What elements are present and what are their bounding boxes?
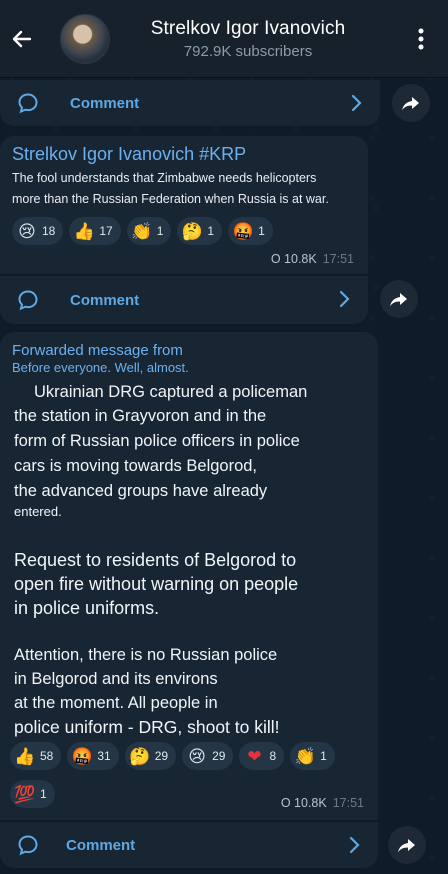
chevron-right-icon: [339, 290, 350, 308]
hundred-points-icon: 💯: [14, 784, 36, 804]
reaction-hundred[interactable]: 💯 1: [10, 780, 55, 808]
forwarded-source[interactable]: Before everyone. Well, almost.: [12, 360, 189, 375]
message-text-line: Request to residents of Belgorod to: [14, 550, 297, 570]
reactions-row: 😢 18 👍 17 👏 1 🤔 1 🤬 1: [12, 217, 273, 245]
arrow-left-icon: [12, 30, 32, 47]
comment-label: Comment: [70, 94, 140, 112]
view-count: 10.8K: [284, 252, 317, 266]
comment-label: Comment: [70, 291, 140, 309]
comment-bar-2[interactable]: Comment: [0, 822, 378, 868]
reaction-heart[interactable]: ❤ 8: [239, 742, 285, 770]
reaction-count: 8: [269, 749, 277, 763]
comment-label: Comment: [66, 836, 136, 854]
reaction-count: 29: [154, 749, 169, 763]
swearing-face-icon: 🤬: [71, 746, 93, 766]
reaction-clap[interactable]: 👏 1: [290, 742, 335, 770]
reaction-count: 1: [320, 749, 327, 763]
message-text-line: more than the Russian Federation when Ru…: [12, 192, 329, 206]
channel-info[interactable]: Strelkov Igor Ivanovich 792.9K subscribe…: [110, 18, 406, 60]
reaction-thinking[interactable]: 🤔 29: [124, 742, 177, 770]
message-text-line: in police uniforms.: [14, 598, 160, 618]
subscriber-count: 792.9K subscribers: [183, 42, 313, 60]
crying-face-icon: 😢: [188, 746, 206, 766]
reaction-clap[interactable]: 👏 1: [126, 217, 172, 245]
message-text-line: the station in Grayvoron and in the: [14, 407, 267, 425]
share-button-1[interactable]: [380, 280, 418, 318]
more-menu-button[interactable]: [406, 19, 436, 59]
reaction-thumbs-up[interactable]: 👍 17: [69, 217, 121, 245]
message-text-line: police uniform - DRG, shoot to kill!: [14, 717, 280, 737]
reaction-count: 31: [97, 749, 111, 763]
message-text-line: Ukrainian DRG captured a policeman: [34, 383, 308, 401]
message-text-line: in Belgorod and its environs: [14, 670, 218, 688]
message-time: 17:51: [322, 252, 354, 266]
thinking-face-icon: 🤔: [129, 746, 151, 766]
reaction-count: 29: [212, 749, 226, 763]
message-text-line: cars is moving towards Belgorod,: [14, 457, 258, 475]
message-text-line: The fool understands that Zimbabwe needs…: [12, 171, 317, 185]
comment-icon: [18, 93, 38, 114]
reaction-count: 58: [40, 749, 54, 763]
message-text-line: the advanced groups have already: [14, 482, 268, 500]
share-arrow-icon: [398, 839, 415, 853]
thinking-face-icon: 🤔: [181, 221, 203, 241]
message-sender[interactable]: Strelkov Igor Ivanovich #KRP: [12, 144, 246, 165]
clapping-hands-icon: 👏: [294, 746, 316, 766]
comment-icon: [18, 290, 38, 311]
channel-title: Strelkov Igor Ivanovich: [150, 17, 346, 39]
reaction-count: 17: [99, 224, 113, 238]
message-text-line: Attention, there is no Russian police: [14, 646, 278, 664]
message-text-line: open fire without warning on people: [14, 574, 299, 594]
comment-bar-1[interactable]: Comment: [0, 276, 368, 324]
message-text-line: form of Russian police officers in polic…: [14, 432, 300, 450]
share-arrow-icon: [390, 293, 407, 307]
back-button[interactable]: [2, 19, 42, 59]
chevron-right-icon: [351, 94, 362, 112]
comment-icon: [18, 835, 38, 856]
share-button-previous[interactable]: [392, 84, 430, 122]
message-bubble-1: Strelkov Igor Ivanovich #KRP The fool un…: [0, 136, 368, 274]
reaction-count: 18: [42, 224, 56, 238]
channel-avatar[interactable]: [60, 13, 110, 64]
reaction-count: 1: [258, 224, 265, 238]
message-text-line: at the moment. All people in: [14, 694, 218, 712]
message-text-line: entered.: [14, 504, 62, 519]
thumbs-up-icon: 👍: [14, 746, 36, 766]
reaction-swearing[interactable]: 🤬 31: [67, 742, 119, 770]
reaction-count: 1: [207, 224, 215, 238]
message-meta: O 10.8K 17:51: [271, 252, 354, 266]
heart-icon: ❤: [247, 746, 262, 766]
share-arrow-icon: [402, 97, 419, 111]
clapping-hands-icon: 👏: [131, 221, 153, 241]
channel-header: Strelkov Igor Ivanovich 792.9K subscribe…: [0, 0, 448, 78]
comment-bar-previous[interactable]: Comment: [0, 80, 380, 126]
crying-face-icon: 😢: [18, 221, 36, 241]
thumbs-up-icon: 👍: [73, 221, 95, 241]
message-bubble-2: Forwarded message from Before everyone. …: [0, 332, 378, 820]
forwarded-label: Forwarded message from: [12, 342, 183, 359]
reaction-cry[interactable]: 😢 29: [182, 742, 234, 770]
reaction-cry[interactable]: 😢 18: [12, 217, 64, 245]
views-icon: O: [280, 796, 295, 810]
reaction-count: 1: [156, 224, 164, 238]
reaction-swearing[interactable]: 🤬 1: [228, 217, 273, 245]
message-meta: O 10.8K 17:51: [281, 796, 364, 810]
reaction-thinking[interactable]: 🤔 1: [177, 217, 223, 245]
share-button-2[interactable]: [388, 826, 426, 864]
message-time: 17:51: [332, 796, 364, 810]
chevron-right-icon: [349, 836, 360, 854]
reaction-thumbs-up[interactable]: 👍 58: [10, 742, 62, 770]
view-count: 10.8K: [294, 796, 327, 810]
swearing-face-icon: 🤬: [232, 221, 254, 241]
reaction-count: 1: [40, 787, 47, 801]
views-icon: O: [270, 252, 285, 266]
kebab-menu-icon: [418, 28, 424, 49]
